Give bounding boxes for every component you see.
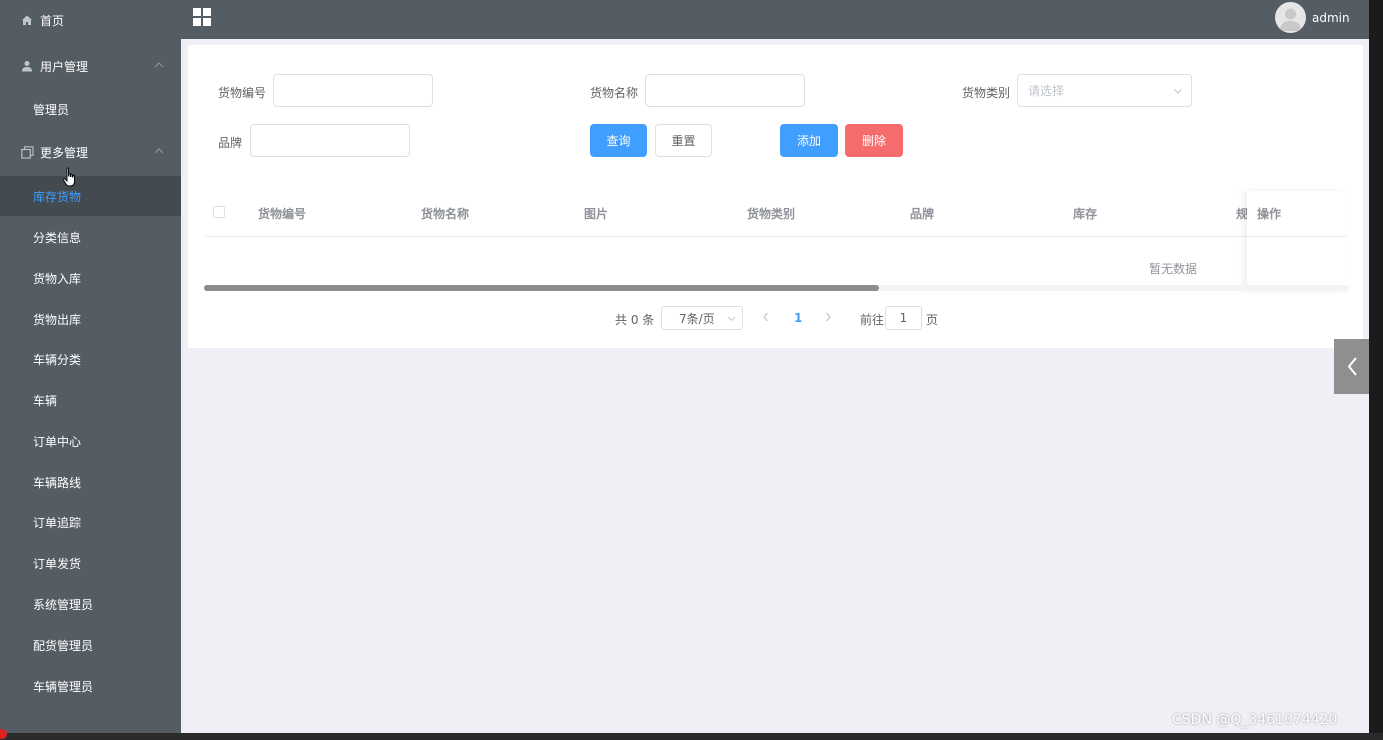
menu-label-home: 首页 bbox=[40, 13, 65, 28]
bottom-bar bbox=[0, 733, 1383, 740]
goods-type-placeholder: 请选择 bbox=[1028, 84, 1065, 98]
sidebar-item-vehicle-route[interactable]: 车辆路线 bbox=[0, 462, 181, 502]
sidebar-item-label: 车辆分类 bbox=[33, 352, 82, 367]
sidebar-item-admin[interactable]: 管理员 bbox=[0, 89, 181, 129]
current-page-number[interactable]: 1 bbox=[794, 311, 802, 325]
goto-page-input[interactable] bbox=[885, 306, 922, 330]
goods-name-label: 货物名称 bbox=[590, 86, 639, 100]
page-size-value: 7条/页 bbox=[679, 311, 715, 326]
sidebar-item-goods-out[interactable]: 货物出库 bbox=[0, 299, 181, 339]
query-button[interactable]: 查询 bbox=[590, 124, 647, 157]
prev-page-icon[interactable] bbox=[761, 311, 771, 323]
avatar[interactable] bbox=[1275, 2, 1306, 33]
column-header-brand: 品牌 bbox=[910, 207, 935, 221]
header-divider bbox=[204, 236, 1348, 237]
sidebar-item-label: 库存货物 bbox=[33, 189, 82, 204]
column-header-spec: 规格 bbox=[1236, 207, 1247, 221]
chevron-up-icon bbox=[154, 148, 164, 154]
sidebar-item-label: 订单发货 bbox=[33, 556, 82, 571]
goods-name-input[interactable] bbox=[645, 74, 805, 107]
brand-label: 品牌 bbox=[218, 136, 243, 150]
sidebar-item-label: 订单中心 bbox=[33, 434, 82, 449]
brand-input[interactable] bbox=[250, 124, 410, 157]
content-card: 货物编号 货物名称 货物类别 请选择 品牌 查询 重置 添加 删除 货物编号 货… bbox=[188, 45, 1363, 348]
username[interactable]: admin bbox=[1312, 11, 1350, 25]
sidebar-item-label: 订单追踪 bbox=[33, 515, 82, 530]
delete-button[interactable]: 删除 bbox=[845, 124, 903, 157]
column-header-image: 图片 bbox=[584, 207, 609, 221]
sidebar-item-label: 车辆 bbox=[33, 393, 58, 408]
goods-no-input[interactable] bbox=[273, 74, 433, 107]
column-header-stock: 库存 bbox=[1073, 207, 1098, 221]
sidebar-item-label: 货物入库 bbox=[33, 271, 82, 286]
menu-label-more-mgmt: 更多管理 bbox=[40, 145, 89, 160]
menu-label-user-mgmt: 用户管理 bbox=[40, 59, 89, 74]
sidebar-item-inventory[interactable]: 库存货物 bbox=[0, 176, 181, 216]
menu-item-home[interactable]: 首页 bbox=[0, 0, 181, 40]
header-divider bbox=[1247, 236, 1348, 237]
goto-label: 前往 bbox=[860, 313, 885, 327]
sidebar-item-label: 配货管理员 bbox=[33, 638, 94, 653]
horizontal-scrollbar-thumb[interactable] bbox=[204, 285, 879, 291]
goods-type-select[interactable]: 请选择 bbox=[1017, 74, 1192, 107]
copy-icon bbox=[20, 145, 34, 159]
menu-item-user-mgmt[interactable]: 用户管理 bbox=[0, 46, 181, 86]
user-avatar-icon bbox=[1280, 8, 1301, 31]
user-icon bbox=[20, 59, 34, 73]
column-header-goods-type: 货物类别 bbox=[747, 207, 796, 221]
collapse-panel-button[interactable] bbox=[1334, 339, 1369, 394]
reset-button[interactable]: 重置 bbox=[655, 124, 712, 157]
chevron-left-icon bbox=[1347, 357, 1357, 376]
fixed-action-column: 操作 bbox=[1247, 191, 1348, 291]
sidebar-item-order-shipping[interactable]: 订单发货 bbox=[0, 543, 181, 583]
goods-type-label: 货物类别 bbox=[962, 86, 1011, 100]
sidebar-item-label: 车辆管理员 bbox=[33, 679, 94, 694]
sidebar-item-vehicle-admin[interactable]: 车辆管理员 bbox=[0, 666, 181, 706]
next-page-icon[interactable] bbox=[823, 311, 833, 323]
select-all-checkbox[interactable] bbox=[213, 206, 225, 218]
sidebar-item-goods-in[interactable]: 货物入库 bbox=[0, 258, 181, 298]
sidebar-item-vehicle[interactable]: 车辆 bbox=[0, 380, 181, 420]
sidebar-item-dispatch-admin[interactable]: 配货管理员 bbox=[0, 625, 181, 665]
top-header: admin bbox=[181, 0, 1369, 39]
sidebar-item-label: 管理员 bbox=[33, 102, 70, 117]
sidebar-item-label: 系统管理员 bbox=[33, 597, 94, 612]
chevron-down-icon bbox=[727, 316, 736, 322]
page-unit-label: 页 bbox=[926, 313, 939, 327]
main-content: 货物编号 货物名称 货物类别 请选择 品牌 查询 重置 添加 删除 货物编号 货… bbox=[181, 39, 1369, 733]
sidebar-item-label: 车辆路线 bbox=[33, 475, 82, 490]
sidebar-item-label: 货物出库 bbox=[33, 312, 82, 327]
page-size-select[interactable]: 7条/页 bbox=[661, 306, 743, 330]
sidebar-item-order-tracking[interactable]: 订单追踪 bbox=[0, 502, 181, 542]
sidebar-item-category[interactable]: 分类信息 bbox=[0, 217, 181, 257]
window-edge bbox=[1369, 0, 1383, 740]
watermark: CSDN @Q_3461074420 bbox=[1172, 712, 1338, 728]
column-header-goods-no: 货物编号 bbox=[258, 207, 307, 221]
sidebar-item-system-admin[interactable]: 系统管理员 bbox=[0, 584, 181, 624]
column-header-actions: 操作 bbox=[1257, 207, 1282, 221]
sidebar: 首页 用户管理 管理员 更多管理 库存货物 分类信息 货物入库 货物出库 车辆分… bbox=[0, 0, 181, 733]
home-icon bbox=[20, 13, 34, 27]
menu-item-more-mgmt[interactable]: 更多管理 bbox=[0, 132, 181, 172]
hand-cursor-icon bbox=[62, 167, 75, 187]
add-button[interactable]: 添加 bbox=[780, 124, 838, 157]
chevron-down-icon bbox=[1174, 89, 1182, 94]
goods-no-label: 货物编号 bbox=[218, 86, 267, 100]
sidebar-item-order-center[interactable]: 订单中心 bbox=[0, 421, 181, 461]
column-header-goods-name: 货物名称 bbox=[421, 207, 470, 221]
chevron-up-icon bbox=[154, 62, 164, 68]
empty-data-text: 暂无数据 bbox=[1149, 262, 1198, 276]
pagination-total: 共 0 条 bbox=[615, 313, 655, 327]
grid-menu-icon[interactable] bbox=[193, 8, 211, 26]
sidebar-item-label: 分类信息 bbox=[33, 230, 82, 245]
goods-table: 货物编号 货物名称 图片 货物类别 品牌 库存 规格 暂无数据 操作 bbox=[204, 191, 1348, 291]
sidebar-item-vehicle-category[interactable]: 车辆分类 bbox=[0, 339, 181, 379]
